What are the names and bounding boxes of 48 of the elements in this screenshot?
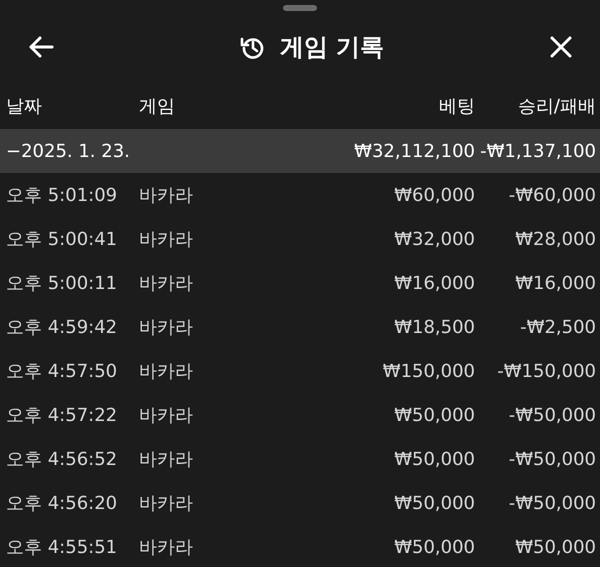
game-cell-text: 바카라	[139, 184, 194, 207]
game-cell-text: 바카라	[139, 404, 194, 427]
column-header: 승리/패배	[516, 95, 596, 118]
date-label: −2025. 1. 23.	[6, 140, 131, 162]
bet-cell-text: ₩50,000	[393, 448, 475, 470]
result-cell-text: -₩50,000	[508, 404, 596, 426]
game-cell-text: 바카라	[139, 448, 194, 471]
date-group-row[interactable]: −2025. 1. 23. ₩32,112,100 -₩1,137,100	[0, 129, 600, 173]
bet-total: ₩32,112,100	[353, 140, 475, 162]
result-cell-text: -₩150,000	[496, 360, 596, 382]
game-cell-text: 바카라	[139, 360, 194, 383]
result-total: -₩1,137,100	[479, 140, 596, 162]
bet-cell-text: ₩50,000	[393, 536, 475, 558]
time-cell-text: 오후 4:56:52	[6, 448, 118, 471]
drag-handle[interactable]	[283, 5, 317, 11]
bet-cell-text: ₩60,000	[393, 184, 475, 206]
result-cell-text: ₩16,000	[514, 272, 596, 294]
time-cell-text: 오후 4:57:22	[6, 404, 118, 427]
time-cell-text: 오후 4:57:50	[6, 360, 118, 383]
bet-cell-text: ₩16,000	[393, 272, 475, 294]
result-cell-text: -₩60,000	[508, 184, 596, 206]
time-cell-text: 오후 4:55:51	[6, 536, 118, 559]
time-cell-text: 오후 4:59:42	[6, 316, 118, 339]
result-cell-text: ₩28,000	[514, 228, 596, 250]
game-cell-text: 바카라	[139, 492, 194, 515]
column-header: 날짜	[6, 95, 43, 118]
back-arrow-icon[interactable]	[28, 36, 54, 58]
result-cell-text: -₩2,500	[519, 316, 596, 338]
bet-cell-text: ₩150,000	[382, 360, 475, 382]
bet-cell-text: ₩32,000	[393, 228, 475, 250]
column-header: 게임	[139, 95, 176, 118]
close-icon[interactable]	[550, 36, 572, 58]
game-cell-text: 바카라	[139, 272, 194, 295]
time-cell-text: 오후 5:01:09	[6, 184, 118, 207]
time-cell-text: 오후 4:56:20	[6, 492, 118, 515]
column-header: 베팅	[438, 95, 475, 118]
time-cell-text: 오후 5:00:41	[6, 228, 118, 251]
result-cell-text: ₩50,000	[514, 536, 596, 558]
game-cell-text: 바카라	[139, 536, 194, 559]
bet-cell-text: ₩50,000	[393, 492, 475, 514]
bet-cell-text: ₩18,500	[393, 316, 475, 338]
game-cell-text: 바카라	[139, 316, 194, 339]
time-cell-text: 오후 5:00:11	[6, 272, 118, 295]
game-cell-text: 바카라	[139, 228, 194, 251]
bet-cell-text: ₩50,000	[393, 404, 475, 426]
window-title: 게임 기록	[280, 32, 384, 63]
result-cell-text: -₩50,000	[508, 492, 596, 514]
result-cell-text: -₩50,000	[508, 448, 596, 470]
